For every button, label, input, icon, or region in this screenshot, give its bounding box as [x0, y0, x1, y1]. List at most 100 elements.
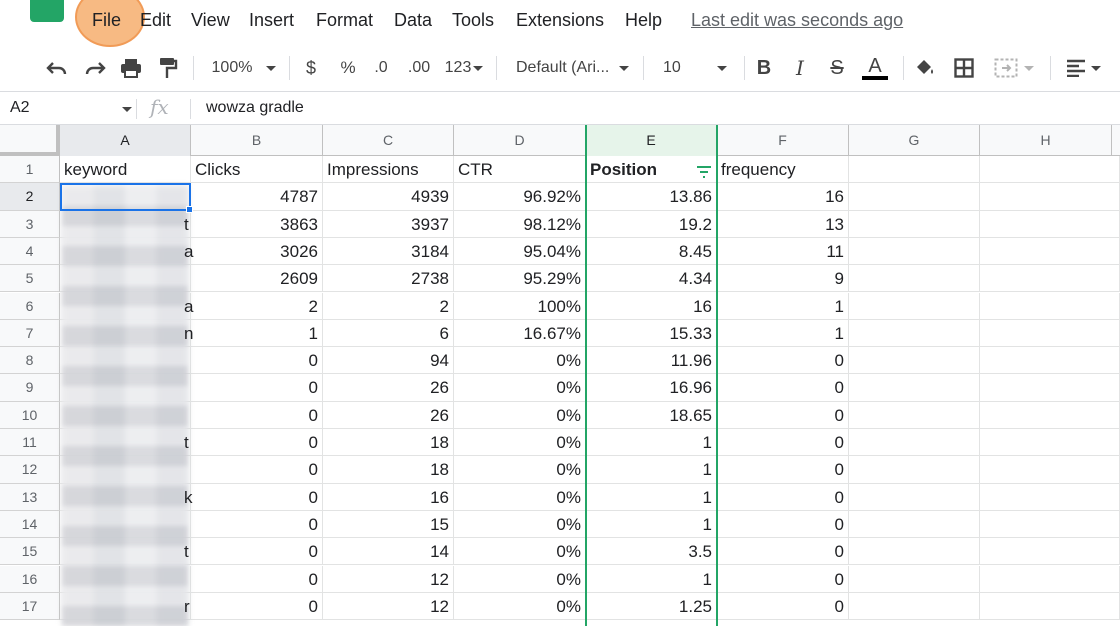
cell-d[interactable]: CTR: [454, 156, 586, 184]
row-header[interactable]: 6: [0, 292, 60, 320]
number-format-select[interactable]: 123: [442, 56, 486, 80]
cell-c[interactable]: 3184: [323, 237, 454, 266]
cell-b[interactable]: 0: [191, 592, 323, 621]
row-header[interactable]: 5: [0, 265, 60, 293]
cell-b[interactable]: 0: [191, 538, 323, 566]
cell-g[interactable]: [849, 456, 980, 484]
cell-h[interactable]: [980, 456, 1120, 484]
menu-file[interactable]: File: [92, 10, 121, 31]
cell-g[interactable]: [849, 483, 980, 511]
cell-b[interactable]: 2609: [191, 265, 323, 293]
cell-f[interactable]: frequency: [717, 156, 849, 184]
cell-d[interactable]: 0%: [454, 510, 586, 539]
cell-h[interactable]: [980, 292, 1120, 320]
selected-cell-a2[interactable]: [60, 183, 191, 211]
cell-d[interactable]: 96.92%: [454, 183, 586, 211]
cell-f[interactable]: 11: [717, 237, 849, 266]
cell-e[interactable]: 1: [586, 456, 717, 484]
cell-d[interactable]: 0%: [454, 374, 586, 402]
column-header-f[interactable]: F: [717, 125, 849, 156]
cell-h[interactable]: [980, 401, 1120, 429]
menu-edit[interactable]: Edit: [140, 10, 171, 31]
row-header[interactable]: 9: [0, 374, 60, 402]
cell-b[interactable]: 4787: [191, 183, 323, 211]
cell-g[interactable]: [849, 510, 980, 539]
cell-g[interactable]: [849, 237, 980, 266]
cell-f[interactable]: 0: [717, 347, 849, 375]
row-header[interactable]: 4: [0, 237, 60, 266]
cell-f[interactable]: 16: [717, 183, 849, 211]
cell-b[interactable]: 0: [191, 429, 323, 457]
font-size-select[interactable]: 10: [663, 56, 735, 80]
cell-c[interactable]: 6: [323, 319, 454, 348]
cell-d[interactable]: 0%: [454, 347, 586, 375]
cell-h[interactable]: [980, 319, 1120, 348]
cell-b[interactable]: 2: [191, 292, 323, 320]
row-header[interactable]: 11: [0, 429, 60, 457]
italic-button[interactable]: I: [790, 56, 810, 80]
font-family-select[interactable]: Default (Ari...: [516, 56, 634, 80]
menu-tools[interactable]: Tools: [452, 10, 494, 31]
cell-f[interactable]: 0: [717, 401, 849, 429]
decrease-decimal-button[interactable]: .0: [370, 56, 392, 80]
menu-help[interactable]: Help: [625, 10, 662, 31]
cell-h[interactable]: [980, 265, 1120, 293]
cell-f[interactable]: 9: [717, 265, 849, 293]
cell-b[interactable]: 0: [191, 374, 323, 402]
cell-g[interactable]: [849, 319, 980, 348]
borders-icon[interactable]: [952, 56, 976, 80]
select-all-corner[interactable]: [0, 125, 60, 156]
cell-c[interactable]: Impressions: [323, 156, 454, 184]
cell-d[interactable]: 0%: [454, 538, 586, 566]
cell-e[interactable]: 1: [586, 510, 717, 539]
cell-c[interactable]: 94: [323, 347, 454, 375]
cell-h[interactable]: [980, 592, 1120, 621]
last-edit-link[interactable]: Last edit was seconds ago: [691, 10, 903, 31]
cell-c[interactable]: 26: [323, 374, 454, 402]
cell-b[interactable]: 0: [191, 401, 323, 429]
cell-d[interactable]: 0%: [454, 592, 586, 621]
cell-e[interactable]: 1: [586, 483, 717, 511]
cell-g[interactable]: [849, 401, 980, 429]
cell-b[interactable]: 0: [191, 347, 323, 375]
row-header[interactable]: 8: [0, 347, 60, 375]
cell-d[interactable]: 0%: [454, 401, 586, 429]
cell-e[interactable]: 15.33: [586, 319, 717, 348]
cell-h[interactable]: [980, 483, 1120, 511]
column-header-b[interactable]: B: [191, 125, 323, 156]
row-header[interactable]: 12: [0, 456, 60, 484]
cell-b[interactable]: 0: [191, 510, 323, 539]
cell-b[interactable]: Clicks: [191, 156, 323, 184]
cell-c[interactable]: 26: [323, 401, 454, 429]
row-header[interactable]: 14: [0, 510, 60, 539]
row-header[interactable]: 7: [0, 319, 60, 348]
cell-f[interactable]: 0: [717, 592, 849, 621]
cell-e[interactable]: 16: [586, 292, 717, 320]
cell-f[interactable]: 0: [717, 510, 849, 539]
cell-f[interactable]: 1: [717, 292, 849, 320]
cell-e[interactable]: 18.65: [586, 401, 717, 429]
row-header[interactable]: 2: [0, 183, 60, 211]
cell-c[interactable]: 2738: [323, 265, 454, 293]
redo-icon[interactable]: [82, 56, 108, 80]
cell-c[interactable]: 2: [323, 292, 454, 320]
cell-e[interactable]: 1: [586, 429, 717, 457]
cell-d[interactable]: 98.12%: [454, 210, 586, 238]
cell-h[interactable]: [980, 429, 1120, 457]
cell-e[interactable]: 8.45: [586, 237, 717, 266]
cell-b[interactable]: 0: [191, 565, 323, 593]
cell-d[interactable]: 100%: [454, 292, 586, 320]
cell-g[interactable]: [849, 292, 980, 320]
cell-g[interactable]: [849, 210, 980, 238]
text-color-button[interactable]: A: [860, 56, 890, 80]
row-header[interactable]: 10: [0, 401, 60, 429]
cell-h[interactable]: [980, 510, 1120, 539]
cell-e[interactable]: 1.25: [586, 592, 717, 621]
row-header[interactable]: 3: [0, 210, 60, 238]
cell-c[interactable]: 12: [323, 592, 454, 621]
cell-h[interactable]: [980, 347, 1120, 375]
menu-format[interactable]: Format: [316, 10, 373, 31]
cell-h[interactable]: [980, 565, 1120, 593]
column-header-a[interactable]: A: [60, 125, 191, 156]
cell-g[interactable]: [849, 156, 980, 184]
